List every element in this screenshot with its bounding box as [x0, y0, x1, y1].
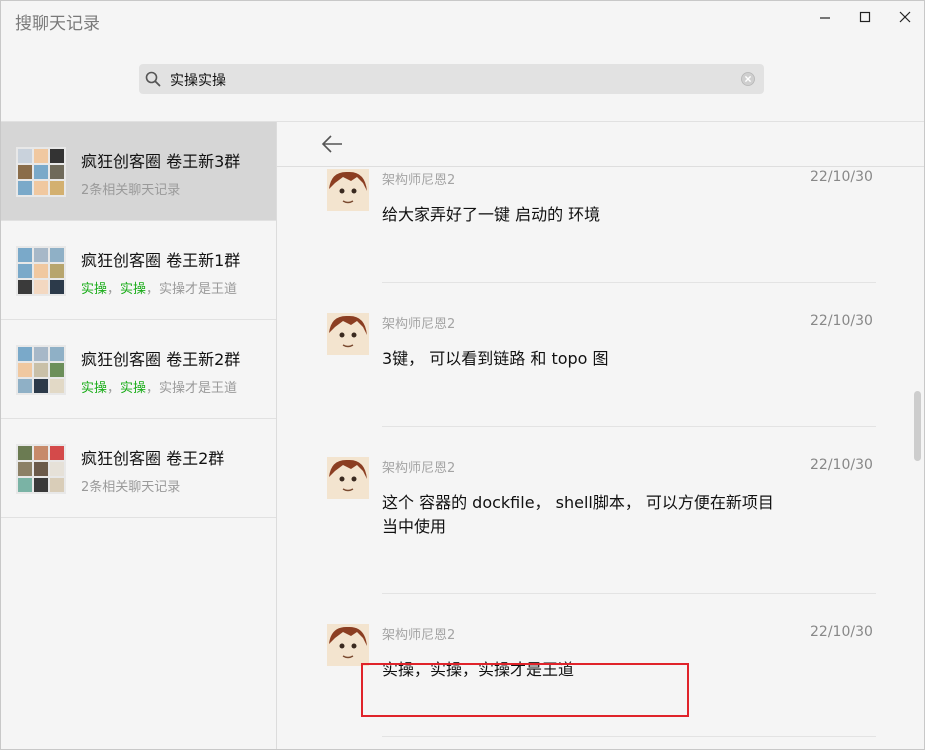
conversation-summary: 2条相关聊天记录 — [81, 183, 181, 198]
conversation-summary: 实操，实操，实操才是王道 — [81, 282, 238, 297]
message-sender: 架构师尼恩2 — [382, 628, 456, 643]
conversation-item[interactable]: 疯狂创客圈 卷王新2群 实操，实操，实操才是王道 — [1, 320, 276, 419]
conversation-item[interactable]: 疯狂创客圈 卷王新3群 2条相关聊天记录 — [1, 122, 276, 221]
message-date: 22/10/30 — [810, 624, 873, 640]
conversation-name: 疯狂创客圈 卷王2群 — [81, 449, 225, 468]
clear-icon[interactable] — [740, 71, 756, 87]
keyword-highlight: 实操 — [120, 381, 147, 396]
conversation-item[interactable]: 疯狂创客圈 卷王新1群 实操，实操，实操才是王道 — [1, 221, 276, 320]
panel-divider — [277, 166, 924, 167]
search-query[interactable]: 实操实操 — [170, 70, 226, 90]
user-avatar-icon — [327, 624, 369, 666]
conversation-summary: 2条相关聊天记录 — [81, 480, 181, 495]
group-avatar-icon — [16, 147, 66, 197]
window-title: 搜聊天记录 — [15, 14, 100, 34]
message-divider — [382, 426, 876, 427]
keyword-highlight: 实操 — [120, 282, 147, 297]
message-sender: 架构师尼恩2 — [382, 461, 456, 476]
message-text: 这个 容器的 dockfile， shell脚本， 可以方便在新项目当中使用 — [382, 493, 774, 536]
conversation-summary: 实操，实操，实操才是王道 — [81, 381, 238, 396]
close-icon — [899, 11, 911, 23]
conversation-name: 疯狂创客圈 卷王新2群 — [81, 350, 241, 369]
keyword-highlight: 实操 — [81, 282, 108, 297]
conversation-name: 疯狂创客圈 卷王新3群 — [81, 152, 241, 171]
chat-history-search-window: 搜聊天记录 实操实操 疯狂创客圈 卷王新3群 2条相关聊天记录 疯狂创客圈 卷王… — [0, 0, 925, 750]
group-avatar-icon — [16, 345, 66, 395]
message-results-panel: 架构师尼恩2 22/10/30 给大家弄好了一键 启动的 环境 架构师尼恩2 2… — [277, 122, 924, 749]
message-date: 22/10/30 — [810, 313, 873, 329]
minimize-icon — [820, 17, 830, 19]
message-text: 3键， 可以看到链路 和 topo 图 — [382, 349, 609, 368]
group-avatar-icon — [16, 444, 66, 494]
maximize-button[interactable] — [851, 5, 879, 29]
message-text: 给大家弄好了一键 启动的 环境 — [382, 205, 601, 224]
back-arrow-icon[interactable] — [321, 134, 343, 154]
scrollbar-thumb[interactable] — [914, 391, 921, 461]
annotation-highlight-box — [361, 663, 689, 717]
search-input[interactable]: 实操实操 — [139, 64, 764, 94]
group-avatar-icon — [16, 246, 66, 296]
close-button[interactable] — [891, 5, 919, 29]
conversation-item[interactable]: 疯狂创客圈 卷王2群 2条相关聊天记录 — [1, 419, 276, 518]
message-sender: 架构师尼恩2 — [382, 173, 456, 188]
maximize-icon — [859, 11, 871, 23]
message-sender: 架构师尼恩2 — [382, 317, 456, 332]
message-divider — [382, 593, 876, 594]
keyword-highlight: 实操 — [81, 381, 108, 396]
user-avatar-icon — [327, 169, 369, 211]
message-divider — [382, 736, 876, 737]
minimize-button[interactable] — [811, 5, 839, 29]
user-avatar-icon — [327, 313, 369, 355]
conversation-name: 疯狂创客圈 卷王新1群 — [81, 251, 241, 270]
message-divider — [382, 282, 876, 283]
message-date: 22/10/30 — [810, 169, 873, 185]
conversation-list: 疯狂创客圈 卷王新3群 2条相关聊天记录 疯狂创客圈 卷王新1群 实操，实操，实… — [1, 122, 277, 749]
user-avatar-icon — [327, 457, 369, 499]
search-icon — [145, 71, 161, 87]
message-date: 22/10/30 — [810, 457, 873, 473]
